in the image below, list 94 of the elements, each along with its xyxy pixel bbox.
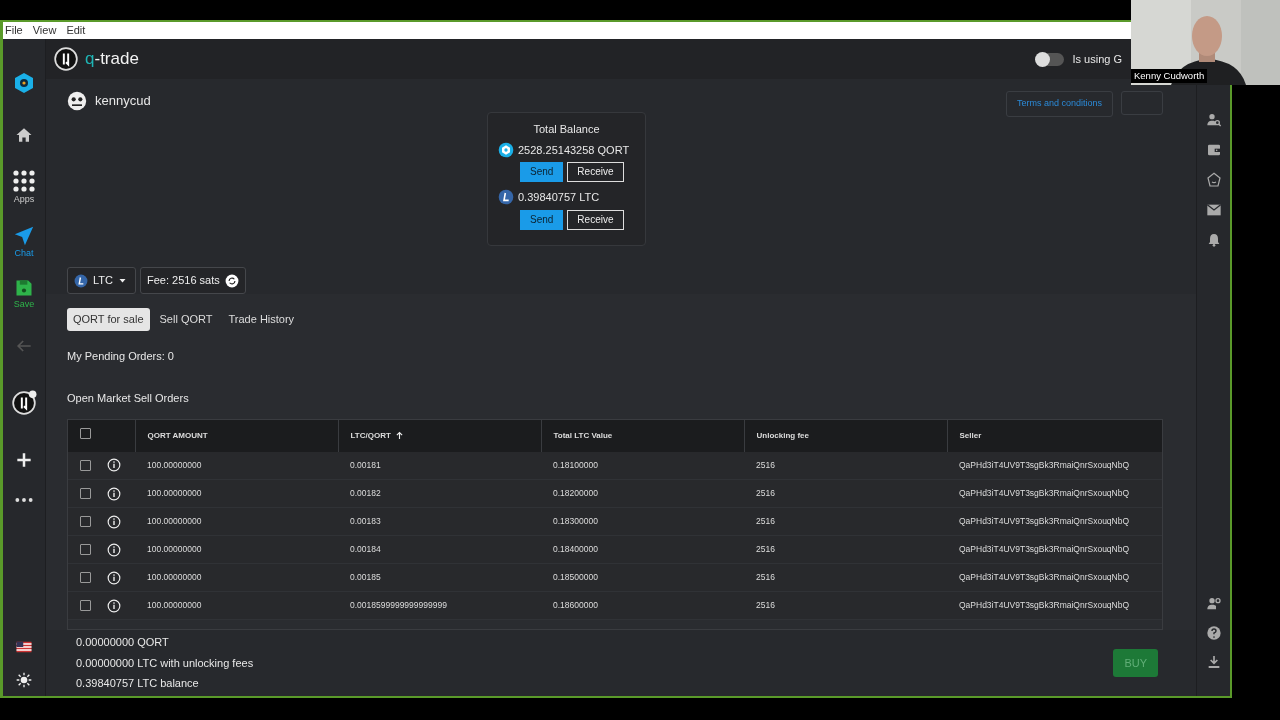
- send-button[interactable]: Send: [520, 162, 564, 182]
- toggle-label: Is using G: [1072, 51, 1122, 67]
- table-cell: 0.18600000: [553, 600, 598, 611]
- balance-amount: 2528.25143258 QORT: [518, 142, 630, 158]
- column-header[interactable]: Seller: [959, 429, 982, 442]
- checkbox[interactable]: [80, 428, 91, 439]
- table-cell: QaPHd3iT4UV9T3sgBk3RmaiQnrSxouqNbQ: [959, 459, 1130, 470]
- nav-label: Apps: [13, 193, 35, 206]
- hexagon-icon[interactable]: [1205, 172, 1222, 188]
- column-header[interactable]: LTC/QORT: [350, 429, 404, 442]
- column-header[interactable]: QORT AMOUNT: [147, 429, 208, 442]
- table-cell: QaPHd3iT4UV9T3sgBk3RmaiQnrSxouqNbQ: [959, 600, 1130, 611]
- table-cell: 2516: [756, 544, 775, 555]
- litecoin-icon: [74, 273, 88, 288]
- checkbox[interactable]: [80, 459, 91, 471]
- checkbox[interactable]: [80, 516, 91, 527]
- table-cell: QaPHd3iT4UV9T3sgBk3RmaiQnrSxouqNbQ: [959, 516, 1130, 527]
- tab[interactable]: Trade History: [222, 308, 301, 331]
- menu-item[interactable]: View: [32, 22, 57, 39]
- user-search-icon[interactable]: [1205, 112, 1222, 128]
- nav-label: Save: [13, 298, 35, 311]
- balance-amount: 0.39840757 LTC: [518, 190, 600, 205]
- menu-item[interactable]: File: [5, 22, 23, 39]
- table-cell: 0.18200000: [553, 488, 598, 499]
- pending-orders: My Pending Orders: 0: [67, 348, 175, 364]
- section-title: Open Market Sell Orders: [67, 391, 190, 406]
- total-line: 0.00000000 QORT: [76, 635, 170, 651]
- table-cell: 2516: [756, 600, 775, 611]
- checkbox[interactable]: [80, 544, 91, 555]
- app-logo-icon[interactable]: [11, 389, 37, 416]
- table-cell: 0.18100000: [553, 459, 598, 470]
- terms-button[interactable]: Terms and conditions: [1005, 91, 1113, 117]
- table-cell: 100.00000000: [147, 600, 202, 611]
- qortal-logo-icon[interactable]: [12, 71, 36, 95]
- column-header[interactable]: Unlocking fee: [756, 429, 809, 442]
- table-cell: 2516: [756, 459, 775, 470]
- table-cell: 0.00182: [350, 488, 381, 499]
- total-line: 0.39840757 LTC balance: [76, 676, 200, 692]
- info-icon[interactable]: [107, 458, 121, 473]
- table-cell: 100.00000000: [147, 459, 202, 470]
- receive-button[interactable]: Receive: [567, 162, 624, 182]
- qortal-coin-icon: [498, 141, 514, 158]
- app-title: q-trade: [85, 48, 139, 71]
- balance-title: Total Balance: [532, 122, 601, 137]
- refresh-icon: [224, 273, 239, 288]
- tab[interactable]: Sell QORT: [153, 308, 219, 331]
- info-icon[interactable]: [107, 570, 121, 585]
- checkbox[interactable]: [80, 488, 91, 499]
- column-header[interactable]: Total LTC Value: [553, 429, 613, 442]
- table-cell: 0.00184: [350, 544, 381, 555]
- table-cell: 2516: [756, 572, 775, 583]
- info-icon[interactable]: [107, 542, 121, 557]
- table-cell: 100.00000000: [147, 488, 202, 499]
- table-cell: 0.0018599999999999999: [350, 600, 447, 611]
- send-button[interactable]: Send: [520, 209, 564, 230]
- menu-item[interactable]: Edit: [66, 22, 86, 39]
- checkbox[interactable]: [80, 600, 91, 611]
- help-icon[interactable]: [1205, 625, 1222, 641]
- tab[interactable]: QORT for sale: [67, 308, 150, 331]
- wallet-icon[interactable]: [1205, 142, 1222, 158]
- paper-plane-icon[interactable]: [13, 224, 35, 247]
- table-cell: 100.00000000: [147, 544, 202, 555]
- nav-label: Chat: [14, 246, 34, 260]
- litecoin-icon: [498, 189, 514, 206]
- sun-icon[interactable]: [16, 672, 32, 688]
- info-icon[interactable]: [107, 598, 121, 613]
- table-cell: 0.00185: [350, 572, 381, 583]
- app-logo-icon: [53, 46, 79, 72]
- table-cell: QaPHd3iT4UV9T3sgBk3RmaiQnrSxouqNbQ: [959, 544, 1130, 555]
- apps-grid-icon[interactable]: [12, 169, 36, 193]
- username: kennycud: [95, 92, 151, 111]
- user-gear-icon[interactable]: [1205, 596, 1222, 612]
- table-cell: QaPHd3iT4UV9T3sgBk3RmaiQnrSxouqNbQ: [959, 572, 1130, 583]
- checkbox[interactable]: [80, 572, 91, 583]
- table-cell: 0.18300000: [553, 516, 598, 527]
- coin-select[interactable]: LTC: [67, 267, 136, 294]
- info-icon[interactable]: [107, 486, 121, 501]
- avatar-icon: [67, 91, 87, 111]
- fee-field[interactable]: Fee: 2516 sats: [139, 267, 246, 294]
- table-cell: QaPHd3iT4UV9T3sgBk3RmaiQnrSxouqNbQ: [959, 488, 1130, 499]
- table-cell: 0.18500000: [553, 572, 598, 583]
- toggle-switch[interactable]: [1036, 52, 1065, 66]
- table-cell: 2516: [756, 516, 775, 527]
- table-cell: 0.18400000: [553, 544, 598, 555]
- caret-icon: [117, 276, 127, 285]
- total-line: 0.00000000 LTC with unlocking fees: [76, 655, 254, 671]
- receive-button[interactable]: Receive: [567, 209, 624, 230]
- mail-icon[interactable]: [1205, 202, 1222, 218]
- table-cell: 100.00000000: [147, 516, 202, 527]
- table-cell: 0.00183: [350, 516, 381, 527]
- table-cell: 100.00000000: [147, 572, 202, 583]
- table-cell: 2516: [756, 488, 775, 499]
- table-cell: 0.00181: [350, 459, 381, 470]
- info-icon[interactable]: [107, 514, 121, 529]
